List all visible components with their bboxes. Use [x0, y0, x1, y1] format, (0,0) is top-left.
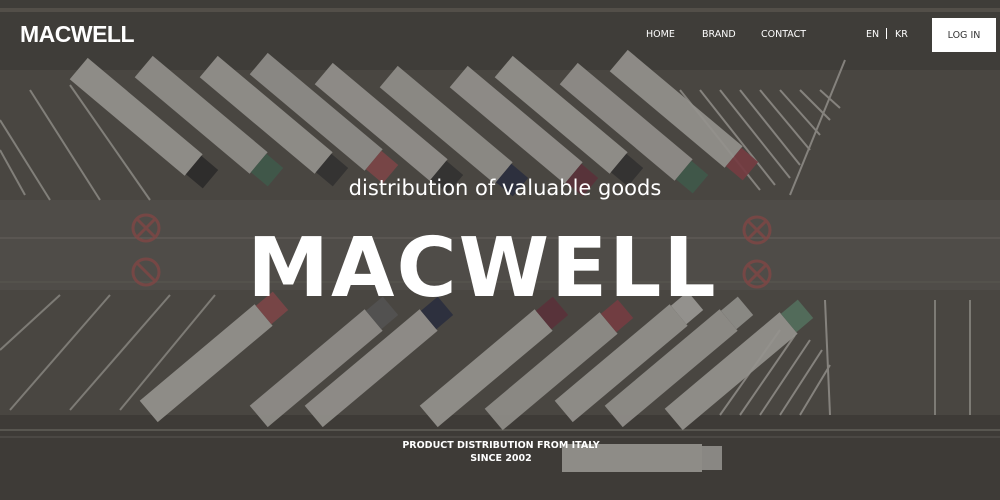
nav-home-link[interactable]: HOME [646, 29, 675, 40]
hero-tagline: PRODUCT DISTRIBUTION FROM ITALY SINCE 20… [0, 439, 1000, 465]
language-divider [886, 28, 887, 39]
hero-headline: MACWELL [247, 221, 718, 316]
language-kr-link[interactable]: KR [895, 29, 908, 40]
hero-tagline-line-2: SINCE 2002 [470, 453, 532, 464]
hero-subtitle: distribution of valuable goods [348, 176, 662, 200]
login-button[interactable]: LOG IN [932, 18, 996, 52]
language-en-link[interactable]: EN [866, 29, 879, 40]
nav-brand-link[interactable]: BRAND [702, 29, 736, 40]
nav-contact-link[interactable]: CONTACT [761, 29, 806, 40]
hero-tagline-line-1: PRODUCT DISTRIBUTION FROM ITALY [402, 440, 600, 451]
main-nav: HOME BRAND CONTACT [0, 29, 1000, 43]
